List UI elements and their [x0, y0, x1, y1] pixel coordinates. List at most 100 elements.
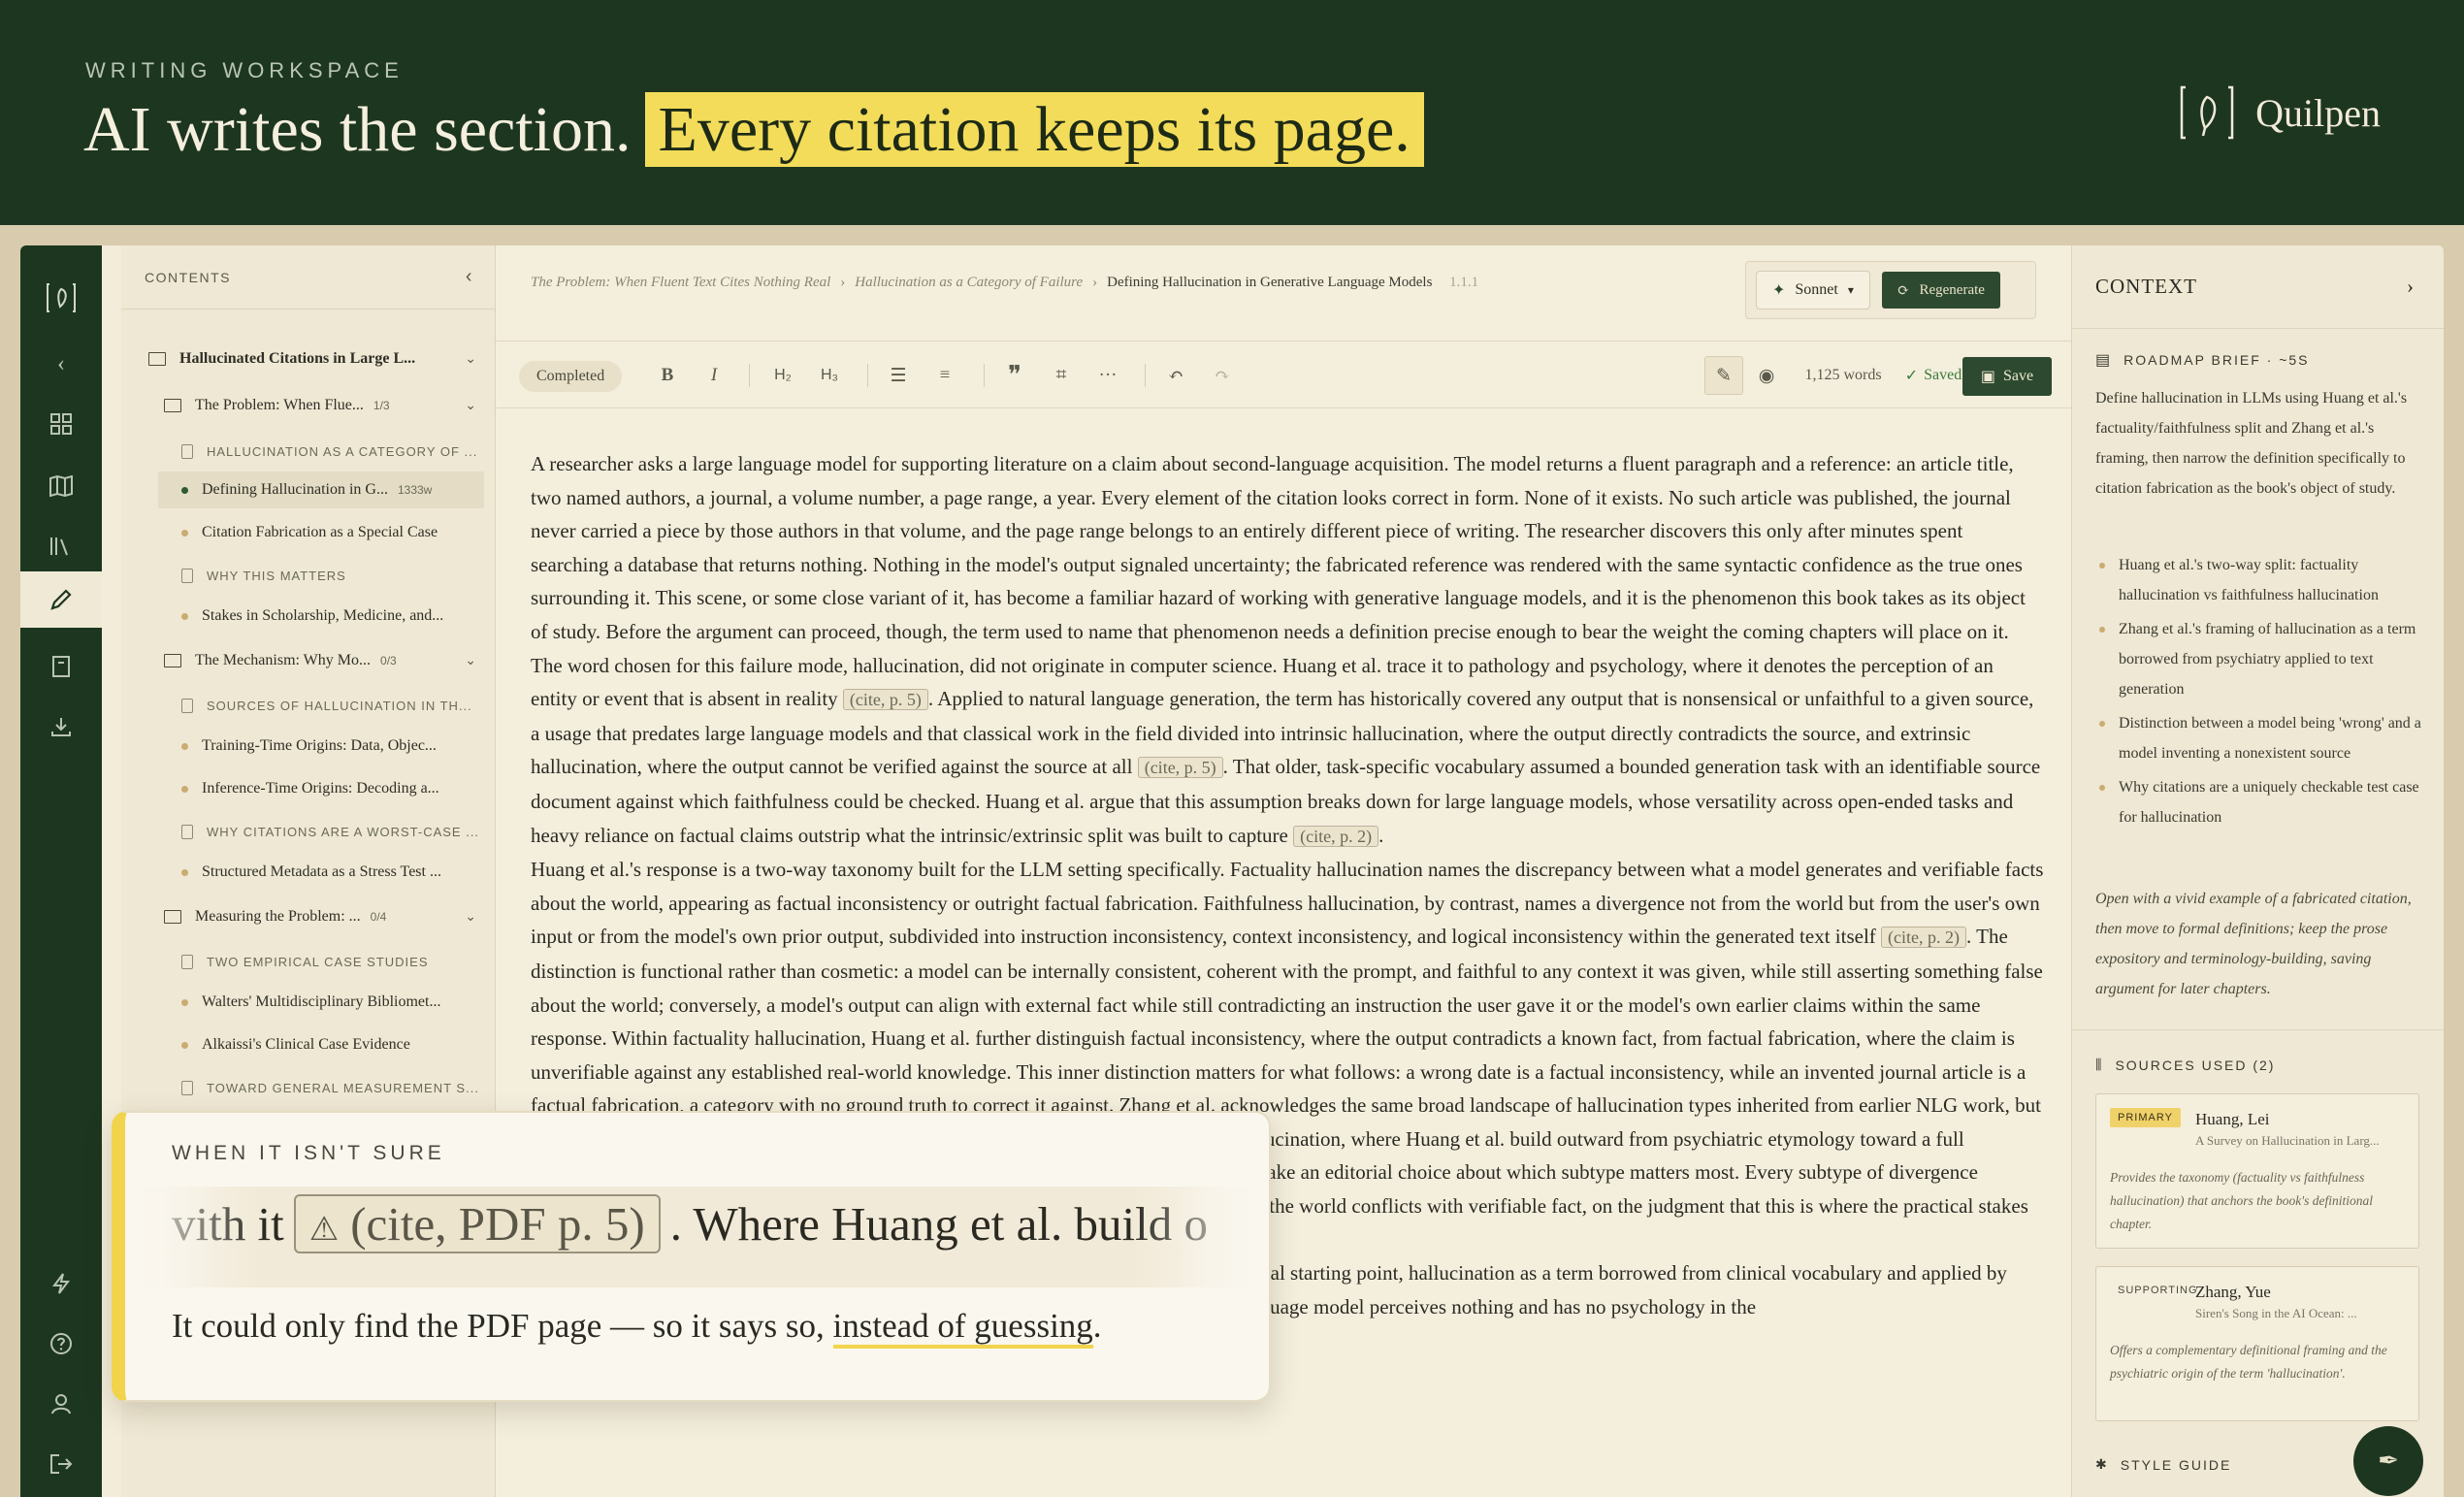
roadmap-icon[interactable]	[38, 463, 84, 509]
status-dot-icon	[181, 742, 188, 750]
save-icon: ▣	[1980, 369, 1995, 385]
contents-item-label: TOWARD GENERAL MEASUREMENT S...	[207, 1080, 479, 1095]
italic-icon[interactable]: I	[699, 359, 729, 392]
contents-title: CONTENTS	[145, 269, 231, 285]
regenerate-button[interactable]: ⟳ Regenerate	[1881, 272, 2000, 309]
roadmap-guidance: Open with a vivid example of a fabricate…	[2095, 891, 2412, 997]
chevron-down-icon[interactable]: ⌄	[465, 909, 476, 926]
callout-kicker: WHEN IT ISN'T SURE	[172, 1142, 445, 1164]
bookmark-icon[interactable]	[38, 643, 84, 690]
user-icon[interactable]	[38, 1381, 84, 1427]
dashboard-icon[interactable]	[38, 401, 84, 447]
contents-item-label: Defining Hallucination in G...	[202, 481, 388, 498]
contents-chapter[interactable]: The Problem: When Flue... 1/3 ⌄	[121, 387, 496, 424]
chevron-down-icon[interactable]: ⌄	[465, 398, 476, 414]
citation-bookmark-icon[interactable]: ⌗	[1045, 359, 1078, 392]
warning-icon: ⚠	[308, 1212, 340, 1248]
style-guide-label: STYLE GUIDE	[2120, 1456, 2232, 1473]
collapse-contents-icon[interactable]: ‹	[466, 266, 473, 288]
clipboard-icon: ▤	[2095, 352, 2113, 369]
contents-section-header[interactable]: TOWARD GENERAL MEASUREMENT S...	[121, 1069, 496, 1106]
breadcrumb-item[interactable]: Hallucination as a Category of Failure	[855, 275, 1083, 290]
divider	[2072, 1029, 2444, 1030]
contents-section-header[interactable]: WHY THIS MATTERS	[121, 557, 496, 594]
contents-section-header[interactable]: HALLUCINATION AS A CATEGORY OF ...	[121, 433, 496, 470]
citation-chip[interactable]: (cite, p. 2)	[1293, 825, 1379, 847]
chevron-down-icon[interactable]: ⌄	[465, 653, 476, 669]
contents-section-header[interactable]: WHY CITATIONS ARE A WORST-CASE ...	[121, 813, 496, 850]
redo-icon[interactable]: ↷	[1206, 359, 1239, 392]
contents-item[interactable]: Training-Time Origins: Data, Objec...	[121, 728, 496, 765]
heading-3-icon[interactable]: H₃	[810, 359, 849, 392]
numbered-list-icon[interactable]: ≡	[928, 359, 961, 392]
contents-item-label: Alkaissi's Clinical Case Evidence	[202, 1036, 410, 1053]
callout-cite-text: (cite, PDF p. 5)	[350, 1197, 645, 1251]
source-card-supporting[interactable]: SUPPORTING Zhang, Yue Siren's Song in th…	[2095, 1266, 2419, 1421]
callout-note-post: .	[1092, 1307, 1102, 1345]
source-card-primary[interactable]: PRIMARY Huang, Lei A Survey on Hallucina…	[2095, 1093, 2419, 1249]
banner-headline: AI writes the section. Every citation kee…	[83, 92, 1424, 167]
check-circle-icon: ✓	[1904, 368, 1919, 384]
roadmap-bullet: Zhang et al.'s framing of hallucination …	[2095, 614, 2429, 704]
toolbar-divider	[859, 359, 876, 392]
document-icon	[181, 443, 193, 459]
library-icon[interactable]	[38, 523, 84, 570]
quote-icon[interactable]: ❞	[998, 359, 1031, 392]
document-icon	[181, 568, 193, 583]
citation-chip[interactable]: (cite, p. 2)	[1881, 927, 1967, 949]
source-description: Provides the taxonomy (factuality vs fai…	[2110, 1170, 2373, 1231]
chevron-right-icon[interactable]: ›	[2407, 275, 2415, 299]
contents-chapter[interactable]: Measuring the Problem: ... 0/4 ⌄	[121, 898, 496, 935]
contents-item-label: Stakes in Scholarship, Medicine, and...	[202, 607, 444, 624]
help-icon[interactable]	[38, 1320, 84, 1367]
status-dot-icon	[181, 785, 188, 793]
contents-item[interactable]: Alkaissi's Clinical Case Evidence	[121, 1026, 496, 1063]
contents-item[interactable]: Structured Metadata as a Stress Test ...	[121, 854, 496, 891]
heading-2-icon[interactable]: H₂	[763, 359, 802, 392]
model-select[interactable]: ✦ Sonnet ▾	[1756, 271, 1870, 309]
logout-icon[interactable]	[38, 1441, 84, 1487]
status-pill[interactable]: Completed	[519, 361, 623, 392]
contents-item-label: WHY CITATIONS ARE A WORST-CASE ...	[207, 824, 480, 839]
bold-icon[interactable]: B	[653, 359, 682, 392]
more-icon[interactable]: ···	[1091, 359, 1124, 392]
banner-kicker: WRITING WORKSPACE	[85, 58, 404, 82]
hero-banner: WRITING WORKSPACE AI writes the section.…	[0, 0, 2464, 225]
status-dot-icon	[181, 1041, 188, 1049]
bolt-icon[interactable]	[38, 1260, 84, 1307]
save-button[interactable]: ▣ Save	[1962, 357, 2052, 396]
contents-chapter[interactable]: Hallucinated Citations in Large L... ⌄	[121, 341, 496, 377]
document-paragraph[interactable]: A researcher asks a large language model…	[531, 447, 2044, 649]
contents-section-header[interactable]: TWO EMPIRICAL CASE STUDIES	[121, 943, 496, 980]
contents-chapter[interactable]: The Mechanism: Why Mo... 0/3 ⌄	[121, 642, 496, 679]
document-paragraph[interactable]: The word chosen for this failure mode, h…	[531, 649, 2044, 854]
save-label: Save	[2003, 368, 2034, 384]
assistant-quill-button[interactable]: ✒	[2353, 1426, 2423, 1496]
citation-chip[interactable]: (cite, p. 5)	[1137, 757, 1223, 779]
contents-section-header[interactable]: SOURCES OF HALLUCINATION IN TH...	[121, 687, 496, 724]
preview-eye-icon[interactable]: ◉	[1747, 356, 1786, 395]
status-dot-icon	[181, 529, 188, 537]
undo-icon[interactable]: ↶	[1159, 359, 1192, 392]
contents-item-label: TWO EMPIRICAL CASE STUDIES	[207, 954, 429, 969]
export-icon[interactable]	[38, 703, 84, 750]
collapse-icon[interactable]: ‹	[38, 341, 84, 387]
chevron-down-icon[interactable]: ⌄	[465, 351, 476, 368]
contents-item-label: Inference-Time Origins: Decoding a...	[202, 780, 439, 797]
contents-item[interactable]: Inference-Time Origins: Decoding a...	[121, 770, 496, 807]
logo-icon[interactable]	[38, 275, 84, 321]
contents-item[interactable]: Stakes in Scholarship, Medicine, and...	[121, 598, 496, 635]
breadcrumb-item[interactable]: The Problem: When Fluent Text Cites Noth…	[531, 275, 830, 290]
contents-item[interactable]: Walters' Multidisciplinary Bibliomet...	[121, 984, 496, 1021]
contents-tree: Hallucinated Citations in Large L... ⌄ The…	[121, 309, 495, 1136]
contents-item[interactable]: Defining Hallucination in G... 1333w	[158, 472, 484, 508]
write-icon[interactable]	[20, 571, 102, 628]
brand-name: Quilpen	[2255, 90, 2381, 135]
contents-item[interactable]: Citation Fabrication as a Special Case	[121, 514, 496, 551]
citation-chip[interactable]: (cite, p. 5)	[842, 689, 928, 711]
contents-item-label: Structured Metadata as a Stress Test ...	[202, 863, 441, 880]
contents-item-label: The Problem: When Flue...	[195, 397, 364, 413]
bullet-list-icon[interactable]: ☰	[882, 359, 915, 392]
edit-mode-icon[interactable]: ✎	[1704, 356, 1743, 395]
roadmap-bullet: Distinction between a model being 'wrong…	[2095, 708, 2429, 768]
